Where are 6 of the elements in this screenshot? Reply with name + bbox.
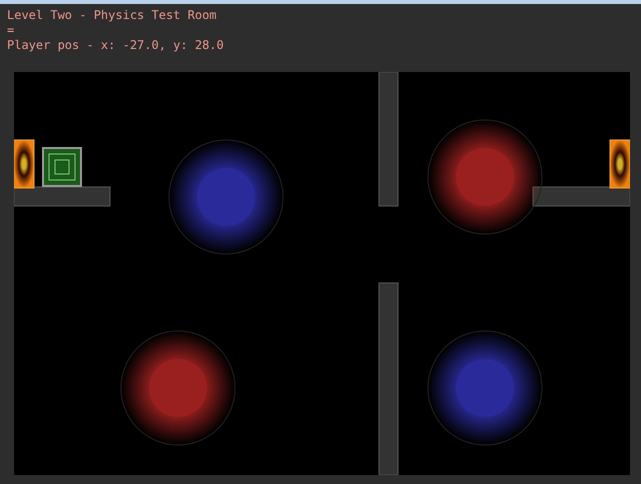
console-line: Level Two - Physics Test Room <box>7 8 218 23</box>
console-line: Player pos - x: -27.0, y: 28.0 <box>7 38 225 53</box>
player-box <box>42 147 82 187</box>
console-line: = <box>7 23 16 38</box>
portal <box>14 140 34 188</box>
portal <box>610 140 630 188</box>
